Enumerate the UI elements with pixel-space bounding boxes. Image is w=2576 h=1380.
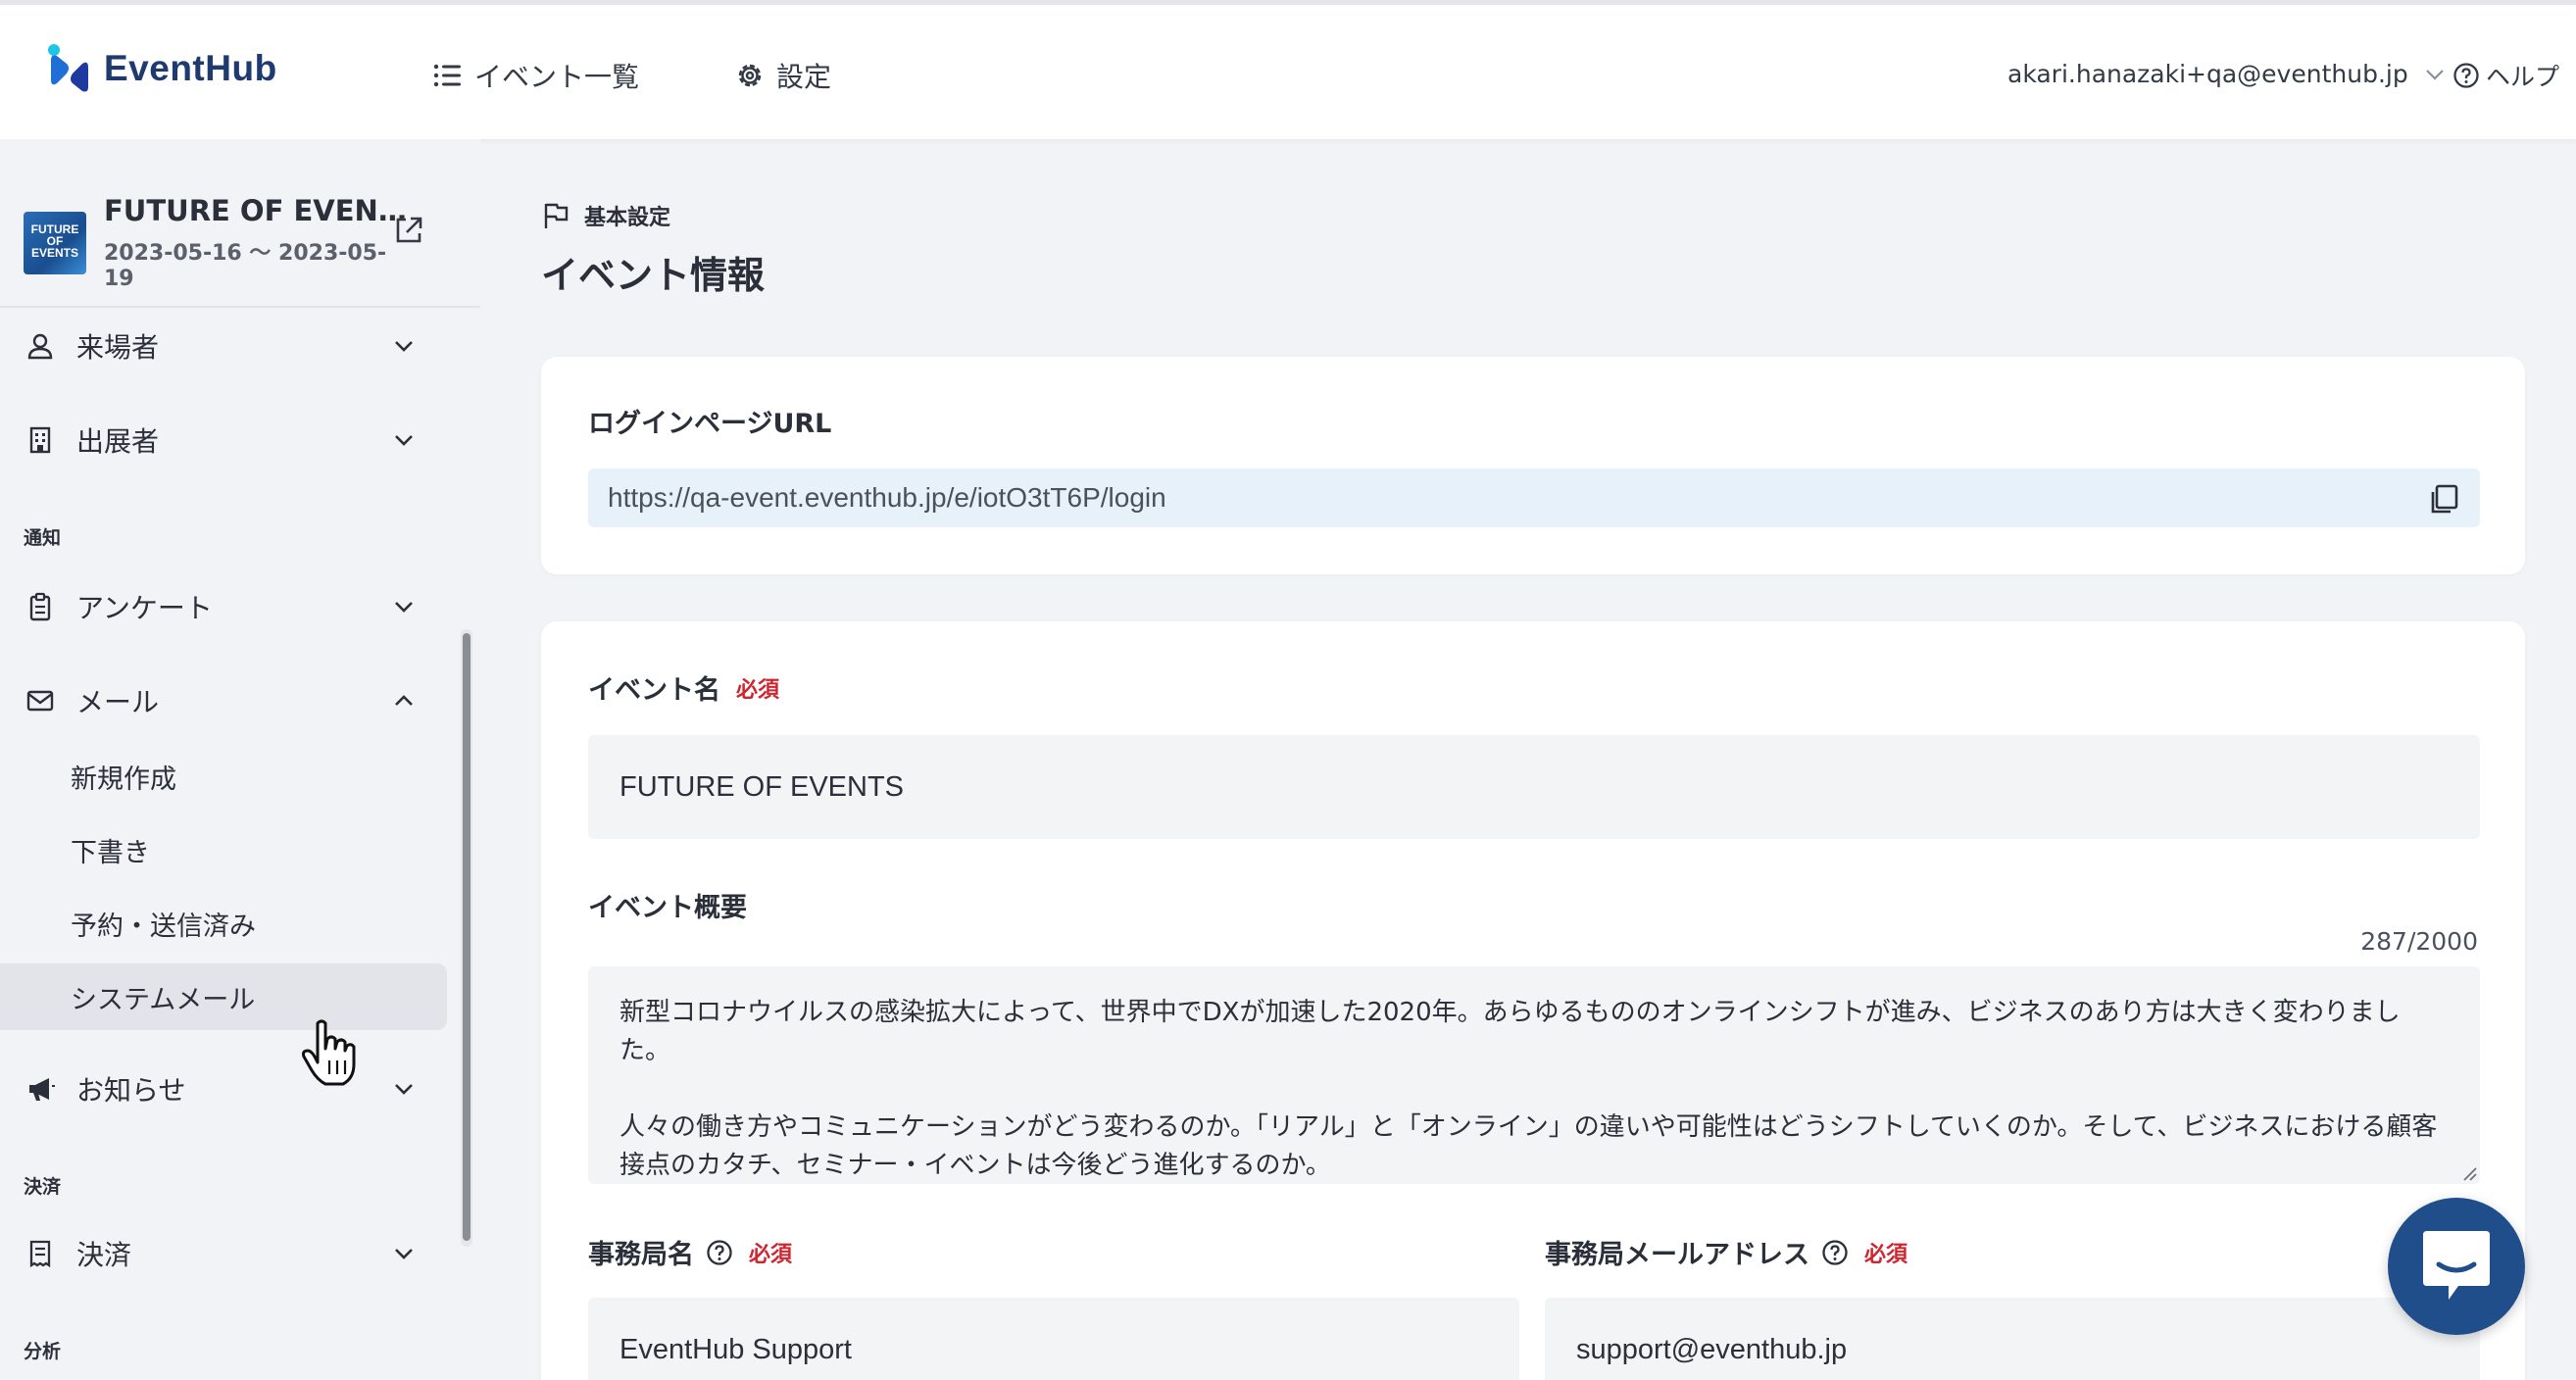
chevron-down-icon (395, 602, 413, 613)
event-dates: 2023-05-16 〜 2023-05-19 (104, 241, 387, 291)
office-email-label-text: 事務局メールアドレス (1545, 1240, 1809, 1270)
logo-text: EventHub (104, 48, 277, 88)
chat-launcher-button[interactable] (2388, 1198, 2525, 1335)
top-bar: EventHub イベント一覧 設定 akari.hanazaki+qa@eve… (0, 0, 2576, 139)
sidebar-item-exhibitors[interactable]: 出展者 (0, 406, 447, 474)
event-summary-textarea[interactable]: 新型コロナウイルスの感染拡大によって、世界中でDXが加速した2020年。あらゆる… (588, 966, 2480, 1184)
event-thumbnail-text: FUTURE OF EVENTS (30, 222, 79, 260)
required-badge: 必須 (736, 677, 780, 703)
event-name-label-text: イベント名 (588, 675, 720, 706)
nav-event-list[interactable]: イベント一覧 (433, 56, 639, 95)
sidebar-item-mail[interactable]: メール (0, 666, 447, 735)
eventhub-logo-icon (48, 44, 88, 92)
page-title: イベント情報 (541, 254, 766, 297)
login-url-label: ログインページURL (588, 409, 832, 439)
sidebar-item-news[interactable]: お知らせ (0, 1055, 447, 1123)
question-circle-icon (2453, 63, 2479, 88)
chevron-up-icon (395, 695, 413, 706)
user-email: akari.hanazaki+qa@eventhub.jp (2007, 60, 2408, 88)
sidebar-item-payment[interactable]: 決済 (0, 1219, 447, 1288)
event-card[interactable]: FUTURE OF EVENTS FUTURE OF EVENTS 2023-0… (24, 194, 455, 291)
sidebar-item-survey[interactable]: アンケート (0, 572, 447, 641)
help-link[interactable]: ヘルプ (2452, 58, 2559, 93)
sidebar-item-visitors[interactable]: 来場者 (0, 312, 447, 380)
login-url-card: ログインページURL https://qa-event.eventhub.jp/… (541, 357, 2525, 574)
mail-icon (26, 690, 54, 712)
sidebar-item-label: 決済 (76, 1239, 132, 1271)
sidebar-subitem-scheduled-sent[interactable]: 予約・送信済み (0, 890, 447, 957)
sidebar: FUTURE OF EVENTS FUTURE OF EVENTS 2023-0… (0, 139, 480, 1380)
section-label-notice: 通知 (24, 527, 62, 549)
nav-settings[interactable]: 設定 (735, 56, 831, 95)
question-circle-icon[interactable] (1821, 1239, 1849, 1266)
office-email-input[interactable]: support@eventhub.jp (1545, 1298, 2480, 1380)
external-link-icon[interactable] (392, 214, 425, 247)
event-name: FUTURE OF EVENTS (104, 194, 408, 227)
event-info-card: イベント名 必須 FUTURE OF EVENTS イベント概要 287/200… (541, 621, 2525, 1380)
login-url-field[interactable]: https://qa-event.eventhub.jp/e/iotO3tT6P… (588, 468, 2480, 527)
section-label-analytics: 分析 (24, 1341, 62, 1362)
office-email-label: 事務局メールアドレス 必須 (1545, 1233, 1907, 1271)
help-label: ヘルプ (2486, 63, 2560, 91)
char-counter: 287/2000 (2360, 927, 2478, 956)
nav-event-list-label: イベント一覧 (474, 61, 640, 93)
nav-settings-label: 設定 (776, 61, 832, 93)
breadcrumb: 基本設定 (541, 200, 670, 231)
chevron-down-icon (395, 341, 413, 352)
question-circle-icon[interactable] (706, 1239, 733, 1266)
receipt-icon (29, 1240, 51, 1268)
required-badge: 必須 (1864, 1242, 1908, 1267)
section-label-payment: 決済 (24, 1176, 62, 1198)
person-icon (27, 333, 53, 360)
resize-grip-icon[interactable] (2460, 1164, 2478, 1182)
office-name-label-text: 事務局名 (588, 1240, 694, 1270)
breadcrumb-label: 基本設定 (584, 206, 671, 230)
sidebar-item-label: 出展者 (76, 425, 160, 458)
gear-icon (738, 64, 762, 87)
flag-icon (544, 203, 569, 228)
hand-cursor-icon (302, 1019, 356, 1086)
chat-icon (2423, 1231, 2490, 1300)
chevron-down-icon (395, 435, 413, 446)
event-name-input[interactable]: FUTURE OF EVENTS (588, 735, 2480, 839)
chevron-down-icon (2425, 69, 2444, 80)
copy-icon[interactable] (2427, 482, 2460, 516)
sidebar-item-label: 来場者 (76, 331, 160, 364)
summary-paragraph-1: 新型コロナウイルスの感染拡大によって、世界中でDXが加速した2020年。あらゆる… (619, 998, 2401, 1065)
sidebar-item-label: メール (76, 686, 160, 718)
login-url-value: https://qa-event.eventhub.jp/e/iotO3tT6P… (608, 482, 1166, 513)
sidebar-item-label: お知らせ (76, 1074, 186, 1107)
chevron-down-icon (395, 1249, 413, 1259)
event-thumbnail: FUTURE OF EVENTS (24, 211, 86, 274)
summary-paragraph-2: 人々の働き方やコミュニケーションがどう変わるのか。「リアル」と「オンライン」の違… (619, 1112, 2438, 1180)
event-info: FUTURE OF EVENTS 2023-05-16 〜 2023-05-19 (104, 194, 408, 291)
required-badge: 必須 (749, 1242, 793, 1267)
clipboard-icon (29, 592, 51, 621)
building-icon (29, 426, 51, 454)
chevron-down-icon (395, 1084, 413, 1095)
sidebar-scrollbar-thumb[interactable] (463, 633, 471, 1241)
sidebar-item-label: アンケート (76, 592, 213, 624)
sidebar-subitem-drafts[interactable]: 下書き (0, 816, 447, 883)
list-icon (433, 64, 461, 87)
event-summary-label: イベント概要 (588, 893, 747, 923)
eventhub-logo[interactable]: EventHub (45, 42, 277, 95)
sidebar-subitem-new[interactable]: 新規作成 (0, 743, 447, 810)
sidebar-divider (0, 306, 480, 308)
event-name-label: イベント名 必須 (588, 668, 779, 707)
office-name-label: 事務局名 必須 (588, 1233, 792, 1271)
megaphone-icon (29, 1078, 55, 1101)
office-name-input[interactable]: EventHub Support (588, 1298, 1519, 1380)
user-menu[interactable]: akari.hanazaki+qa@eventhub.jp (2007, 60, 2446, 88)
sidebar-subitem-system-mail[interactable]: システムメール (0, 963, 447, 1030)
